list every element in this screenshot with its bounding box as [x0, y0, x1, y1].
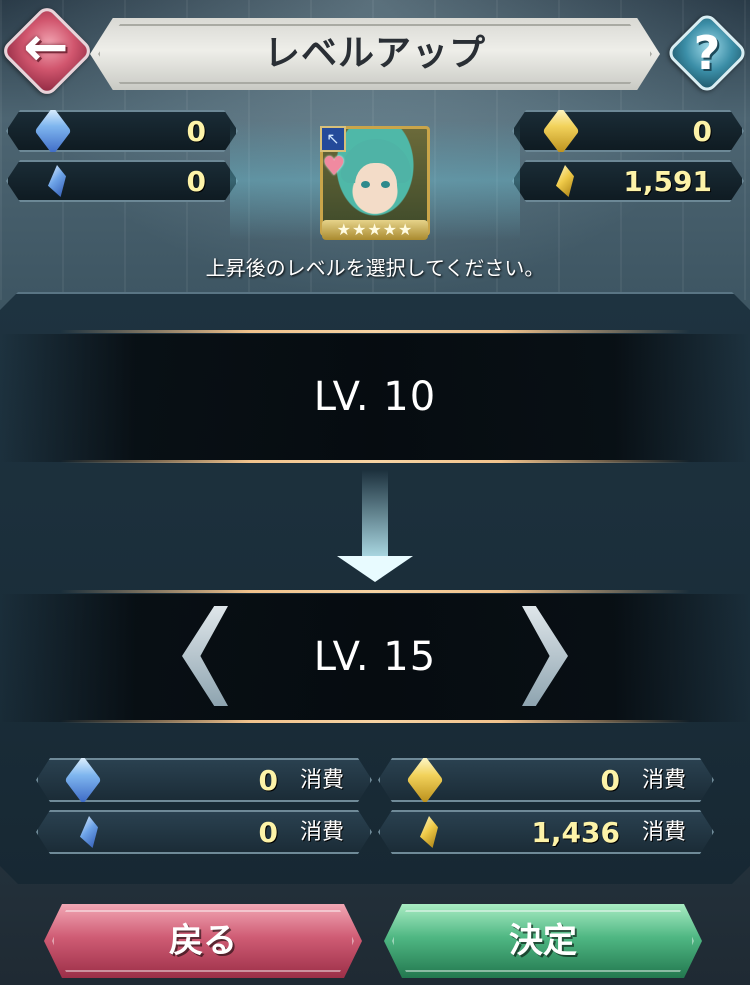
cost-great-gold-value: 0 [600, 764, 620, 797]
divider-line [60, 720, 690, 723]
great-gold-badge-icon [543, 107, 579, 155]
down-arrow-head-icon [337, 556, 413, 582]
cost-blue-badge: 0 消費 [36, 810, 372, 854]
resource-great-badge-blue: 0 [6, 110, 238, 152]
blue-badge-icon [80, 816, 98, 848]
cost-gold-value: 1,436 [531, 816, 620, 849]
resource-great-badge-gold: 0 [512, 110, 744, 152]
page-title: レベルアップ [263, 33, 486, 74]
back-arrow-icon[interactable]: ← [18, 20, 74, 74]
cancel-button[interactable]: 戻る [44, 904, 362, 978]
resource-badge-gold: 1,591 [512, 160, 744, 202]
cost-great-blue-badge: 0 消費 [36, 758, 372, 802]
cost-label: 消費 [641, 820, 686, 845]
divider-line [60, 330, 690, 333]
divider-line [60, 590, 690, 593]
instruction-text: 上昇後のレベルを選択してください。 [205, 256, 545, 280]
cost-great-blue-value: 0 [258, 764, 278, 797]
heart-icon: ♥ [322, 152, 346, 182]
down-arrow-icon [362, 470, 388, 560]
great-blue-badge-icon [35, 107, 71, 155]
gold-badge-icon [556, 165, 574, 197]
cost-great-gold-badge: 0 消費 [378, 758, 714, 802]
blue-badge-icon [48, 165, 66, 197]
resource-badge-blue: 0 [6, 160, 238, 202]
rarity-stars: ★★★★★ [322, 220, 428, 240]
current-level: LV. 10 [313, 374, 437, 420]
blue-badge-count: 0 [186, 165, 206, 198]
cost-label: 消費 [299, 820, 344, 845]
target-level: LV. 15 [313, 634, 437, 680]
cost-label: 消費 [641, 768, 686, 793]
great-blue-badge-icon [65, 756, 101, 804]
cost-label: 消費 [299, 768, 344, 793]
gold-badge-icon [420, 816, 438, 848]
cancel-button-label[interactable]: 戻る [44, 904, 362, 978]
confirm-button-label[interactable]: 決定 [384, 904, 702, 978]
confirm-button[interactable]: 決定 [384, 904, 702, 978]
divider-line [60, 460, 690, 463]
cost-blue-value: 0 [258, 816, 278, 849]
great-blue-badge-count: 0 [186, 115, 206, 148]
weapon-type-icon: ↖ [320, 126, 346, 152]
great-gold-badge-icon [407, 756, 443, 804]
help-question-icon[interactable]: ? [668, 14, 746, 92]
great-gold-badge-count: 0 [692, 115, 712, 148]
cost-gold-badge: 1,436 消費 [378, 810, 714, 854]
gold-badge-count: 1,591 [623, 165, 712, 198]
